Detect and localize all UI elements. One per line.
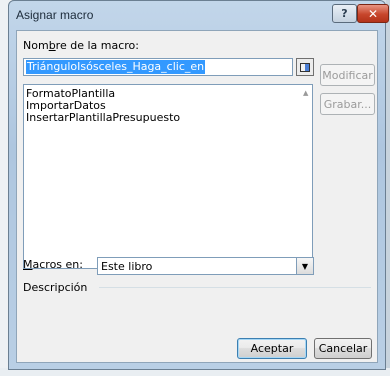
dialog-title: Asignar macro	[16, 8, 94, 22]
title-bar[interactable]: Asignar macro ? ✕	[9, 1, 389, 29]
macros-in-select[interactable]: Este libro ▼	[97, 257, 314, 275]
close-button[interactable]: ✕	[357, 4, 389, 23]
collapse-dialog-button[interactable]	[296, 58, 314, 76]
macro-name-input[interactable]: TriánguloIsósceles_Haga_clic_en	[23, 58, 293, 76]
macro-name-value: TriánguloIsósceles_Haga_clic_en	[26, 60, 206, 74]
macro-name-label-part: Nom	[23, 39, 49, 52]
assign-macro-dialog: Asignar macro ? ✕ Nombre de la macro: Tr…	[8, 0, 389, 370]
close-icon: ✕	[367, 6, 379, 21]
macro-name-label-rest: re de la macro:	[55, 39, 139, 52]
description-label: Descripción	[23, 281, 88, 294]
list-item[interactable]: InsertarPlantillaPresupuesto	[26, 112, 180, 124]
macro-list[interactable]: FormatoPlantilla ImportarDatos InsertarP…	[23, 84, 313, 269]
cancel-button[interactable]: Cancelar	[314, 338, 372, 359]
scroll-up-icon[interactable]: ▲	[303, 89, 308, 97]
macros-in-label-rest: acros en:	[32, 258, 83, 271]
record-button[interactable]: Grabar...	[320, 93, 375, 115]
ok-button[interactable]: Aceptar	[237, 338, 307, 359]
macro-name-label: Nombre de la macro:	[23, 39, 139, 52]
macros-in-label-accel: M	[23, 258, 33, 271]
dialog-body: Nombre de la macro: TriánguloIsósceles_H…	[16, 30, 378, 363]
spreadsheet-background-right	[386, 0, 390, 376]
description-divider	[99, 287, 371, 288]
macros-in-value: Este libro	[101, 260, 153, 273]
modify-button[interactable]: Modificar	[320, 64, 375, 86]
help-icon: ?	[341, 7, 348, 20]
macro-name-label-accel: b	[48, 39, 56, 52]
chevron-down-icon[interactable]: ▼	[296, 258, 313, 274]
macros-in-label: Macros en:	[23, 258, 83, 271]
range-select-icon	[300, 62, 310, 72]
help-button[interactable]: ?	[332, 4, 357, 23]
